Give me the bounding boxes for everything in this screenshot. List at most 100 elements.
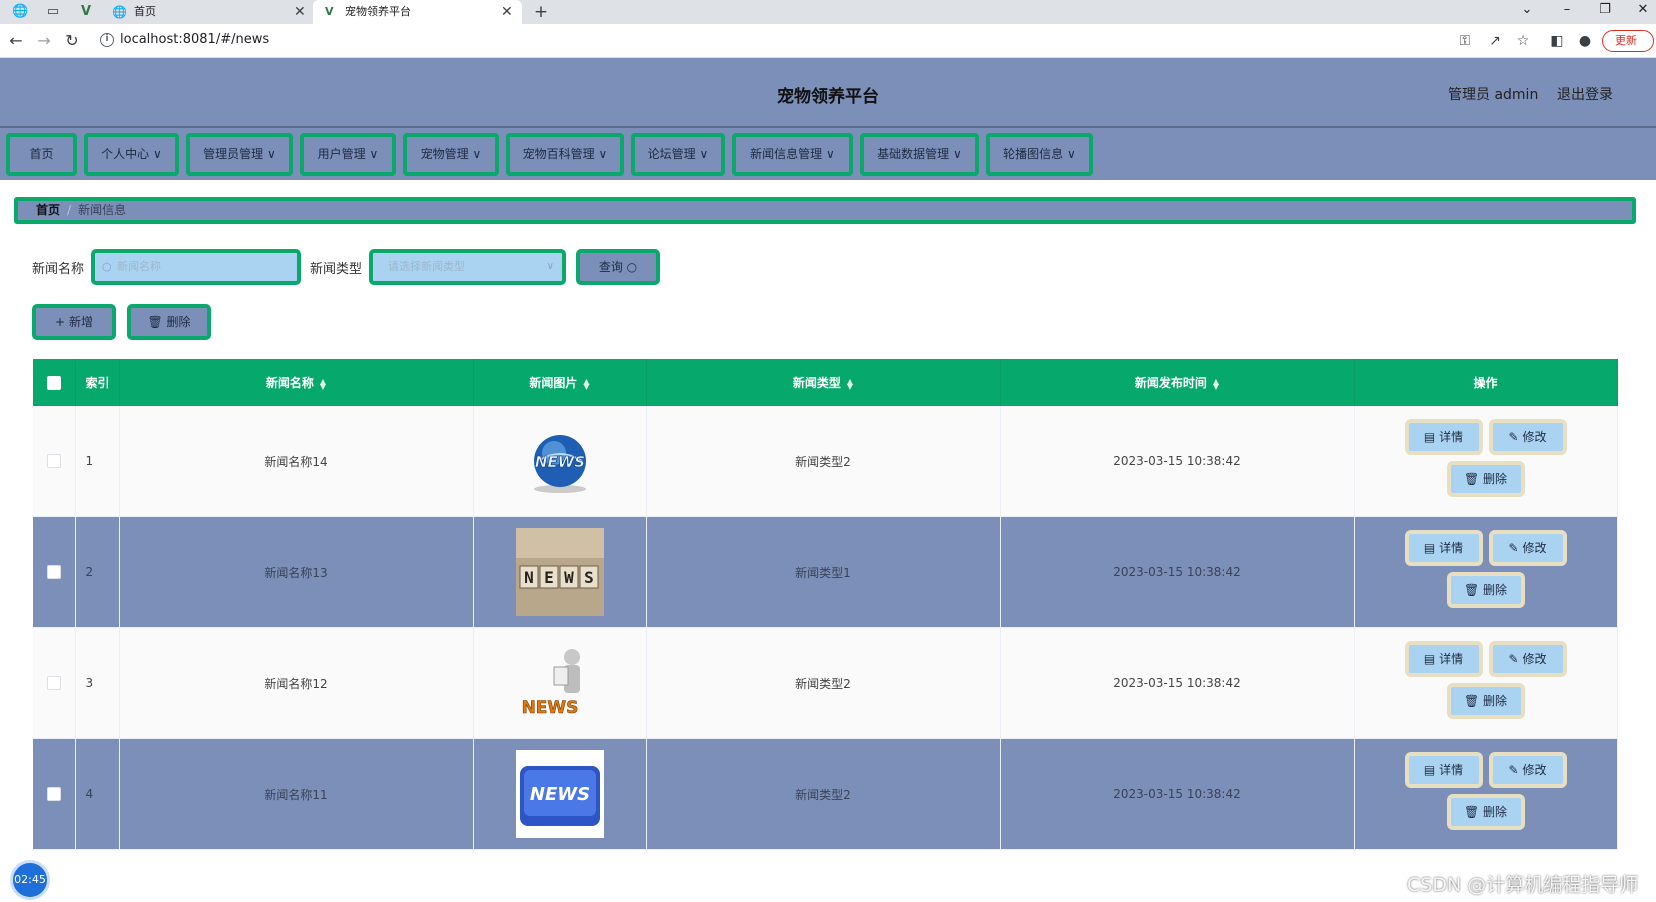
edit-button[interactable]: ✎ 修改 — [1488, 419, 1567, 455]
tab-title: 宠物领养平台 — [345, 5, 411, 18]
app-header: 宠物领养平台 管理员 admin 退出登录 — [0, 58, 1656, 128]
bookmark-star-icon[interactable]: ☆ — [1514, 32, 1532, 50]
edit-button[interactable]: ✎ 修改 — [1488, 530, 1567, 566]
new-tab-icon[interactable]: + — [533, 4, 549, 21]
detail-button[interactable]: ▤ 详情 — [1404, 641, 1483, 677]
menu-pet-management[interactable]: 宠物管理 ∨ — [403, 133, 499, 176]
news-table: 索引 新闻名称 ▲ ▼ 新闻图片 ▲ ▼ 新闻类型 ▲ ▼ 新闻发布时间 ▲ ▼ 操作 1 新闻… — [33, 359, 1618, 850]
close-tab-icon[interactable]: ✕ — [501, 0, 513, 24]
sort-icon[interactable]: ▲ ▼ — [847, 377, 853, 390]
column-header-type[interactable]: 新闻类型 ▲ ▼ — [646, 359, 1001, 406]
site-info-icon[interactable]: i — [100, 33, 114, 47]
pencil-icon: ✎ — [1508, 541, 1519, 555]
close-window-icon[interactable]: ✕ — [1628, 0, 1656, 22]
column-header-image[interactable]: 新闻图片 ▲ ▼ — [473, 359, 647, 406]
svg-text:NEWS: NEWS — [529, 784, 589, 805]
svg-text:S: S — [584, 568, 594, 587]
index-cell: 2 — [75, 516, 120, 628]
menu-personal-center[interactable]: 个人中心 ∨ — [84, 133, 179, 176]
column-header-time[interactable]: 新闻发布时间 ▲ ▼ — [1000, 359, 1355, 406]
news-name-cell: 新闻名称14 — [119, 406, 474, 517]
row-checkbox[interactable] — [46, 565, 61, 580]
delete-button[interactable]: 🗑 删除 — [1446, 572, 1525, 608]
browser-tab-home[interactable]: 🌐 首页 ✕ — [110, 0, 306, 24]
add-button[interactable]: + 新增 — [32, 304, 116, 340]
delete-button[interactable]: 🗑 删除 — [1446, 683, 1525, 719]
minimize-icon[interactable]: – — [1552, 0, 1582, 22]
chevron-down-icon: ∨ — [953, 147, 962, 161]
row-checkbox[interactable] — [46, 787, 61, 802]
news-name-input[interactable]: ○ 新闻名称 — [91, 249, 301, 285]
back-icon[interactable]: ← — [6, 31, 26, 51]
table-header-row: 索引 新闻名称 ▲ ▼ 新闻图片 ▲ ▼ 新闻类型 ▲ ▼ 新闻发布时间 ▲ ▼ 操作 — [33, 359, 1618, 406]
row-checkbox[interactable] — [46, 676, 61, 691]
svg-text:N: N — [524, 568, 534, 587]
menu-forum-management[interactable]: 论坛管理 ∨ — [631, 133, 725, 176]
edit-button[interactable]: ✎ 修改 — [1488, 641, 1567, 677]
edit-button[interactable]: ✎ 修改 — [1488, 752, 1567, 788]
globe-icon[interactable]: 🌐 — [12, 4, 28, 20]
menu-news-management[interactable]: 新闻信息管理 ∨ — [732, 133, 853, 176]
menu-carousel[interactable]: 轮播图信息 ∨ — [986, 133, 1093, 176]
sort-icon[interactable]: ▲ ▼ — [1213, 377, 1219, 390]
news-blocks-image: N E W S — [515, 528, 604, 616]
profile-icon[interactable]: ● — [1576, 32, 1594, 50]
news-type-cell: 新闻类型2 — [646, 406, 1001, 517]
browser-tab-strip: 🌐 ▭ V 🌐 首页 ✕ V 宠物领养平台 ✕ + ⌄ – ❐ ✕ — [0, 0, 1656, 24]
detail-button[interactable]: ▤ 详情 — [1404, 530, 1483, 566]
globe-icon: 🌐 — [112, 5, 127, 19]
delete-button[interactable]: 🗑 删除 — [1446, 794, 1525, 830]
pencil-icon: ✎ — [1508, 652, 1519, 666]
delete-button[interactable]: 🗑 删除 — [1446, 461, 1525, 497]
header-label: 索引 — [85, 376, 110, 390]
index-cell: 4 — [75, 738, 120, 850]
document-icon: ▤ — [1423, 763, 1436, 777]
share-icon[interactable]: ↗ — [1486, 32, 1504, 50]
forward-icon[interactable]: → — [34, 31, 54, 51]
breadcrumb-home[interactable]: 首页 — [36, 203, 60, 217]
tab-search-icon[interactable]: ⌄ — [1512, 0, 1542, 22]
restore-icon[interactable]: ❐ — [1590, 0, 1620, 22]
column-header-name[interactable]: 新闻名称 ▲ ▼ — [119, 359, 474, 406]
sort-icon[interactable]: ▲ ▼ — [320, 377, 326, 390]
header-label: 新闻类型 — [792, 376, 841, 390]
close-tab-icon[interactable]: ✕ — [294, 0, 306, 24]
browser-tab-active[interactable]: V 宠物领养平台 ✕ — [313, 0, 522, 24]
chevron-down-icon: ∨ — [826, 147, 835, 161]
url-field[interactable]: localhost:8081/#/news — [120, 32, 269, 47]
browser-address-bar: ← → ↻ i localhost:8081/#/news ⚿ ↗ ☆ ◧ ● … — [0, 24, 1656, 58]
ops-cell: ▤ 详情 ✎ 修改 🗑 删除 — [1354, 406, 1618, 517]
edit-label: 修改 — [1522, 763, 1547, 777]
menu-pet-encyclopedia[interactable]: 宠物百科管理 ∨ — [506, 133, 624, 176]
sort-icon[interactable]: ▲ ▼ — [583, 377, 589, 390]
detail-button[interactable]: ▤ 详情 — [1404, 752, 1483, 788]
query-button[interactable]: 查询 ○ — [576, 249, 660, 285]
logout-link[interactable]: 退出登录 — [1557, 84, 1613, 104]
trash-icon: 🗑 — [1463, 583, 1480, 597]
document-icon: ▤ — [1423, 652, 1436, 666]
chevron-down-icon: ∨ — [472, 147, 482, 161]
table-row: 4 新闻名称11 NEWS 新闻类型2 2023-03-15 10:38:42 … — [33, 738, 1618, 850]
reload-icon[interactable]: ↻ — [62, 31, 82, 51]
detail-button[interactable]: ▤ 详情 — [1404, 419, 1483, 455]
news-key-image: NEWS — [515, 750, 604, 838]
document-icon: ▤ — [1423, 541, 1436, 555]
blank-page-icon[interactable]: ▭ — [45, 4, 61, 20]
menu-home[interactable]: 首页 — [6, 133, 77, 176]
news-image-cell: NEWS — [473, 738, 647, 850]
news-type-select[interactable]: 请选择新闻类型 ∨ — [369, 249, 566, 285]
menu-admin-management[interactable]: 管理员管理 ∨ — [186, 133, 293, 176]
row-checkbox[interactable] — [46, 454, 61, 469]
menu-base-data[interactable]: 基础数据管理 ∨ — [860, 133, 979, 176]
batch-delete-button[interactable]: 🗑 删除 — [127, 304, 211, 340]
menu-user-management[interactable]: 用户管理 ∨ — [300, 133, 396, 176]
select-cell — [33, 406, 76, 517]
select-all-checkbox[interactable] — [46, 375, 61, 390]
update-button[interactable]: 更新 — [1602, 30, 1654, 52]
admin-label: 管理员 admin — [1448, 87, 1539, 103]
vue-logo-icon[interactable]: V — [78, 4, 94, 20]
pencil-icon: ✎ — [1508, 763, 1519, 777]
key-icon[interactable]: ⚿ — [1456, 32, 1474, 50]
trash-icon: 🗑 — [1463, 805, 1480, 819]
side-panel-icon[interactable]: ◧ — [1548, 32, 1566, 50]
